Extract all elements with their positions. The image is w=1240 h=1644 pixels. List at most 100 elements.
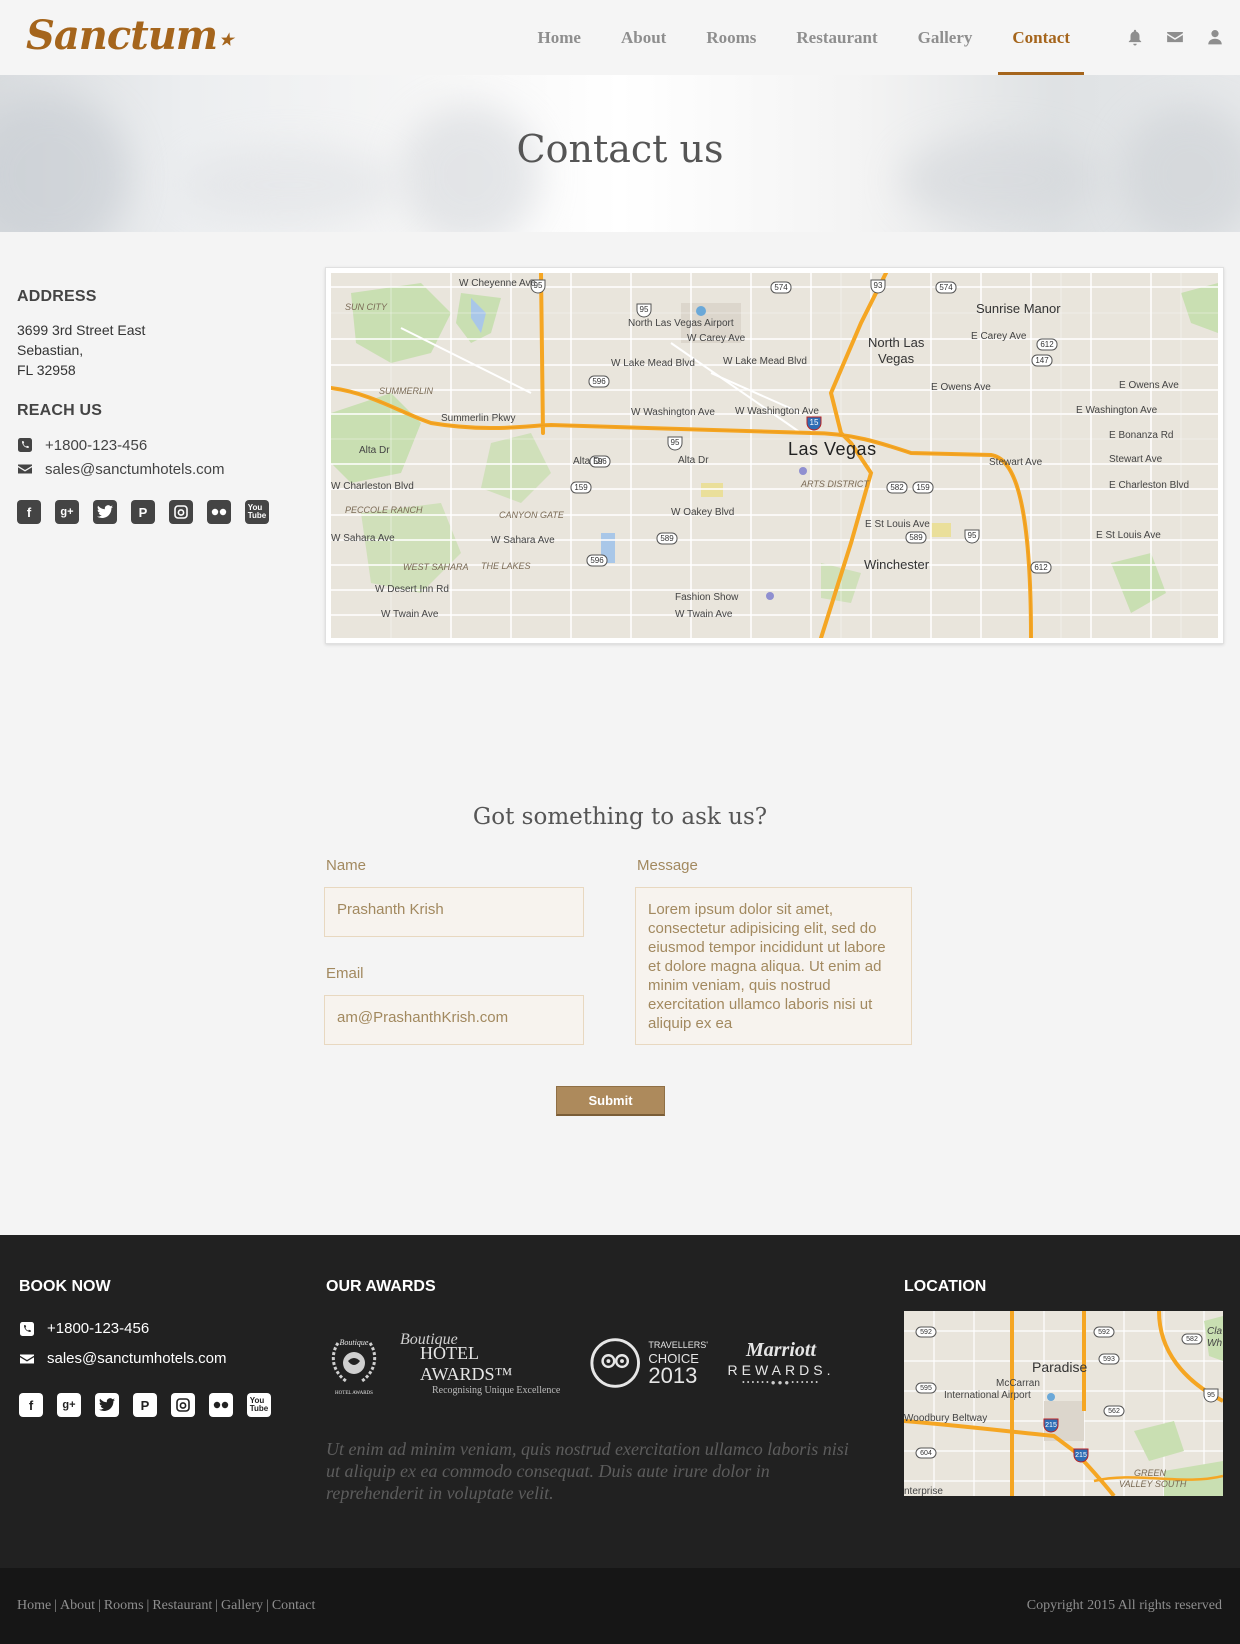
email-row: sales@sanctumhotels.com: [17, 458, 307, 480]
nav-restaurant[interactable]: Restaurant: [776, 0, 897, 75]
awards-heading: OUR AWARDS: [326, 1278, 436, 1295]
twitter-icon[interactable]: [95, 1393, 119, 1417]
map-label: SUMMERLIN: [379, 386, 434, 396]
svg-text:592: 592: [1098, 1329, 1110, 1336]
envelope-icon[interactable]: [1166, 28, 1184, 46]
svg-text:93: 93: [874, 281, 883, 290]
phone-number[interactable]: +1800-123-456: [45, 437, 147, 454]
flickr-icon[interactable]: [207, 500, 231, 524]
tripadvisor-owl-icon: [590, 1338, 640, 1388]
nav-about[interactable]: About: [601, 0, 686, 75]
map-label: W Sahara Ave: [331, 533, 395, 544]
copyright: Copyright 2015 All rights reserved: [1026, 1598, 1222, 1613]
youtube-icon[interactable]: You Tube: [247, 1393, 271, 1417]
footer-link-rooms[interactable]: Rooms: [104, 1598, 144, 1613]
youtube-icon[interactable]: You Tube: [245, 500, 269, 524]
footer-link-gallery[interactable]: Gallery: [221, 1598, 263, 1613]
name-input[interactable]: Prashanth Krish: [324, 887, 584, 937]
footer-location-map[interactable]: 592 592 582 593 562 595 604 215 215 95 P…: [904, 1311, 1223, 1496]
svg-text:596: 596: [592, 377, 606, 386]
map-label: W Lake Mead Blvd: [723, 356, 807, 367]
map-label-fashion-show: Fashion Show: [675, 592, 739, 603]
footer-phone-row: +1800-123-456: [19, 1320, 149, 1337]
site-logo[interactable]: Sanctum ★: [26, 12, 233, 59]
map-label: North Las Vegas Airport: [628, 318, 734, 329]
footer-link-contact[interactable]: Contact: [272, 1598, 316, 1613]
footer-link-restaurant[interactable]: Restaurant: [152, 1598, 212, 1613]
main-nav: Home About Rooms Restaurant Gallery Cont…: [518, 0, 1090, 75]
address-line: Sebastian,: [17, 342, 84, 358]
book-now-heading: BOOK NOW: [19, 1278, 111, 1295]
twitter-icon[interactable]: [93, 500, 117, 524]
map-label: W Desert Inn Rd: [375, 584, 449, 595]
footer-link-home[interactable]: Home: [17, 1598, 51, 1613]
location-heading: LOCATION: [904, 1278, 987, 1295]
instagram-icon[interactable]: [171, 1393, 195, 1417]
google-plus-icon[interactable]: g+: [55, 500, 79, 524]
map-label: W Cheyenne Ave: [459, 278, 537, 289]
nav-gallery[interactable]: Gallery: [898, 0, 993, 75]
mini-map-label: Woodbury Beltway: [904, 1413, 988, 1424]
map-label-winchester: Winchester: [864, 557, 930, 572]
boutique-award-seal: Boutique HOTEL AWARDS: [326, 1331, 382, 1396]
facebook-icon[interactable]: f: [19, 1393, 43, 1417]
footer-phone-number[interactable]: +1800-123-456: [47, 1320, 149, 1337]
contact-form-section: Got something to ask us? Name Prashanth …: [0, 720, 1240, 1217]
svg-text:215: 215: [1075, 1452, 1087, 1459]
mini-map-label-paradise: Paradise: [1032, 1359, 1088, 1375]
mini-map-label: Cla: [1207, 1326, 1223, 1337]
bell-icon[interactable]: [1126, 28, 1144, 46]
logo-text: Sanctum: [26, 12, 218, 59]
map-label: W Washington Ave: [631, 407, 715, 418]
email-address[interactable]: sales@sanctumhotels.com: [45, 461, 224, 478]
svg-text:147: 147: [1035, 356, 1049, 365]
message-textarea[interactable]: Lorem ipsum dolor sit amet, consectetur …: [635, 887, 912, 1045]
user-icon[interactable]: [1206, 28, 1224, 46]
map-label: Summerlin Pkwy: [441, 413, 516, 424]
phone-row: +1800-123-456: [17, 434, 307, 456]
social-links: f g+ P You Tube: [17, 500, 307, 524]
map-label: Alta Dr: [573, 456, 604, 467]
svg-text:593: 593: [1103, 1356, 1115, 1363]
google-plus-icon[interactable]: g+: [57, 1393, 81, 1417]
marriott-text: Marriott: [745, 1339, 817, 1361]
rewards-dots: ••••••●●●••••••: [741, 1378, 821, 1387]
svg-text:595: 595: [920, 1385, 932, 1392]
reach-heading: REACH US: [17, 402, 103, 419]
map-label: W Carey Ave: [687, 333, 746, 344]
email-input[interactable]: am@PrashanthKrish.com: [324, 995, 584, 1045]
facebook-icon[interactable]: f: [17, 500, 41, 524]
location-map[interactable]: 95 95 95 95 93 15 574 574 596 596 596 15…: [331, 273, 1218, 638]
map-label: ARTS DISTRICT: [801, 479, 869, 489]
site-header: Sanctum ★ Home About Rooms Restaurant Gal…: [0, 0, 1240, 75]
footer-link-about[interactable]: About: [60, 1598, 95, 1613]
boutique-seal-sub: HOTEL AWARDS: [335, 1390, 373, 1396]
address-line: 3699 3rd Street East: [17, 322, 146, 338]
map-label: Alta Dr: [678, 455, 709, 466]
pinterest-icon[interactable]: P: [131, 500, 155, 524]
name-label: Name: [326, 857, 367, 874]
page-title: Contact us: [516, 127, 724, 171]
svg-text:95: 95: [968, 531, 977, 540]
rewards-text: REWARDS.: [727, 1362, 835, 1378]
footer-email-address[interactable]: sales@sanctumhotels.com: [47, 1350, 226, 1367]
nav-contact[interactable]: Contact: [992, 0, 1090, 75]
svg-text:95: 95: [671, 438, 680, 447]
nav-home[interactable]: Home: [518, 0, 601, 75]
map-label-north-las-vegas: Vegas: [878, 351, 915, 366]
year-text: 2013: [648, 1363, 698, 1388]
map-label: Stewart Ave: [989, 457, 1043, 468]
svg-text:612: 612: [1034, 563, 1048, 572]
nav-rooms[interactable]: Rooms: [686, 0, 776, 75]
pinterest-icon[interactable]: P: [133, 1393, 157, 1417]
map-label: W Sahara Ave: [491, 535, 555, 546]
map-label: WEST SAHARA: [403, 562, 469, 572]
svg-text:612: 612: [1040, 340, 1054, 349]
instagram-icon[interactable]: [169, 500, 193, 524]
phone-icon: [20, 1321, 34, 1336]
submit-button[interactable]: Submit: [556, 1086, 665, 1116]
map-label: E St Louis Ave: [1096, 530, 1161, 541]
marriott-rewards: Marriott REWARDS. ••••••●●●••••••: [726, 1339, 836, 1387]
address-heading: ADDRESS: [17, 288, 97, 305]
flickr-icon[interactable]: [209, 1393, 233, 1417]
